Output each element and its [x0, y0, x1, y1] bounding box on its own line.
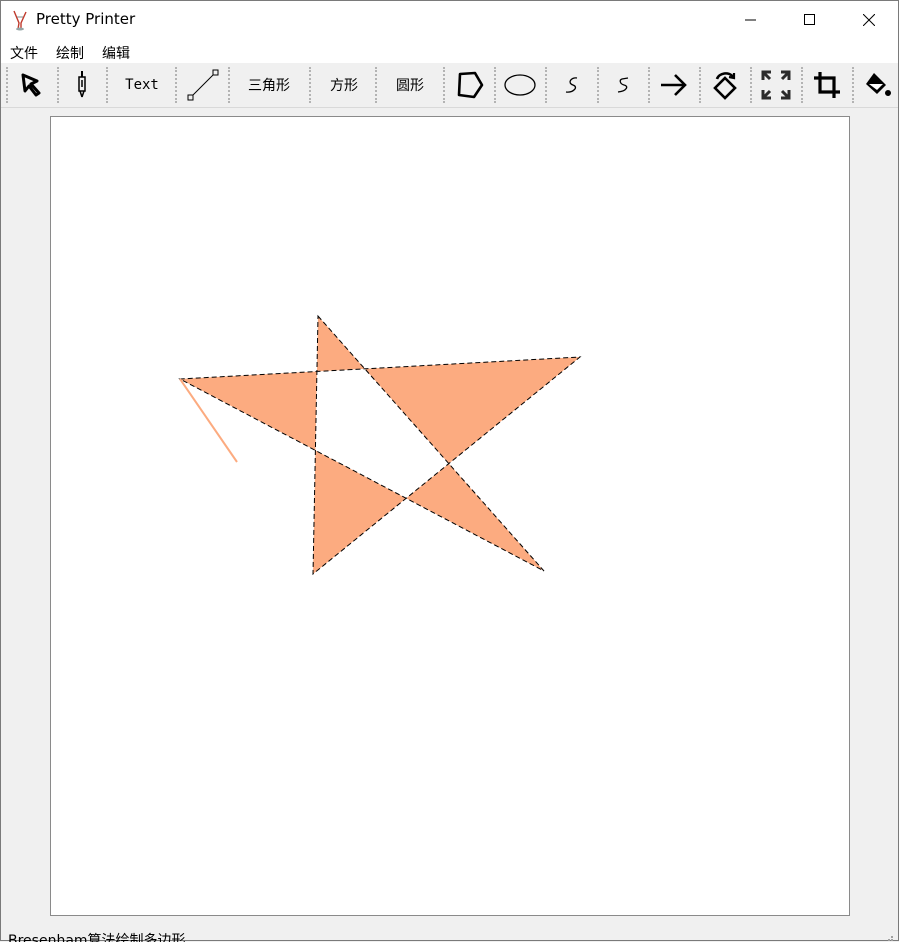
- triangle-tool-button[interactable]: 三角形: [235, 66, 303, 104]
- translate-tool-button[interactable]: [652, 66, 696, 104]
- status-bar: Bresenham算法绘制多边形: [1, 926, 898, 942]
- toolbar-separator: [648, 67, 650, 103]
- circle-tool-button[interactable]: 圆形: [381, 66, 439, 104]
- toolbar-separator: [545, 67, 547, 103]
- rotate-icon: [713, 72, 737, 100]
- toolbar-separator: [57, 67, 59, 103]
- app-logo-icon: [13, 10, 27, 31]
- select-cursor-icon: [21, 73, 41, 97]
- toolbar-separator: [309, 67, 311, 103]
- arrow-right-icon: [661, 74, 687, 96]
- curve-alt-tool-button[interactable]: [601, 66, 645, 104]
- toolbar-separator: [175, 67, 177, 103]
- crop-tool-button[interactable]: [805, 66, 849, 104]
- pen-tool-button[interactable]: [61, 66, 103, 104]
- pen-icon: [78, 71, 86, 98]
- drawing-canvas[interactable]: [50, 116, 850, 916]
- text-tool-button[interactable]: Text: [113, 66, 171, 104]
- line-icon: [187, 69, 219, 101]
- curve-icon: [565, 77, 578, 93]
- square-tool-button[interactable]: 方形: [315, 66, 373, 104]
- window-title: Pretty Printer: [36, 10, 136, 28]
- close-icon: [863, 14, 875, 26]
- circle-tool-label: 圆形: [396, 78, 424, 94]
- toolbar-separator: [750, 67, 752, 103]
- maximize-icon: [804, 14, 815, 25]
- polygon-tool-button[interactable]: [447, 66, 491, 104]
- fill-bucket-icon: [866, 73, 891, 96]
- line-tool-button[interactable]: [181, 66, 225, 104]
- minimize-button[interactable]: [722, 1, 780, 39]
- ellipse-icon: [504, 74, 536, 96]
- square-tool-label: 方形: [330, 78, 358, 94]
- toolbar-separator: [443, 67, 445, 103]
- star-polygon: [178, 314, 582, 576]
- toolbar-separator: [228, 67, 230, 103]
- toolbar-separator: [699, 67, 701, 103]
- close-button[interactable]: [840, 1, 898, 39]
- canvas-drawing: [178, 314, 582, 576]
- menu-file[interactable]: 文件: [10, 43, 38, 63]
- toolbar-separator: [375, 67, 377, 103]
- menu-edit[interactable]: 编辑: [102, 43, 130, 63]
- text-tool-label: Text: [125, 77, 159, 93]
- fill-tool-button[interactable]: [856, 66, 898, 104]
- maximize-button[interactable]: [781, 1, 839, 39]
- title-bar: Pretty Printer: [1, 1, 898, 39]
- rotate-tool-button[interactable]: [703, 66, 747, 104]
- crop-icon: [814, 72, 840, 98]
- ellipse-tool-button[interactable]: [498, 66, 542, 104]
- triangle-tool-label: 三角形: [248, 78, 290, 94]
- scale-tool-button[interactable]: [754, 66, 798, 104]
- toolbar: Text 三角形 方形 圆形: [1, 63, 898, 108]
- toolbar-separator: [801, 67, 803, 103]
- fullscreen-icon: [761, 70, 791, 100]
- status-text: Bresenham算法绘制多边形: [8, 933, 186, 942]
- toolbar-separator: [6, 67, 8, 103]
- curve-alt-icon: [617, 77, 629, 93]
- menu-draw[interactable]: 绘制: [56, 43, 84, 63]
- polygon-icon: [457, 71, 484, 99]
- toolbar-separator: [597, 67, 599, 103]
- select-tool-button[interactable]: [11, 66, 53, 104]
- menu-bar: 文件 绘制 编辑: [1, 39, 898, 63]
- app-window: Pretty Printer 文件 绘制 编辑 Text 三角形 方形 圆形 B…: [0, 0, 899, 942]
- toolbar-separator: [494, 67, 496, 103]
- toolbar-separator: [852, 67, 854, 103]
- toolbar-separator: [106, 67, 108, 103]
- minimize-icon: [745, 19, 756, 21]
- curve-tool-button[interactable]: [550, 66, 594, 104]
